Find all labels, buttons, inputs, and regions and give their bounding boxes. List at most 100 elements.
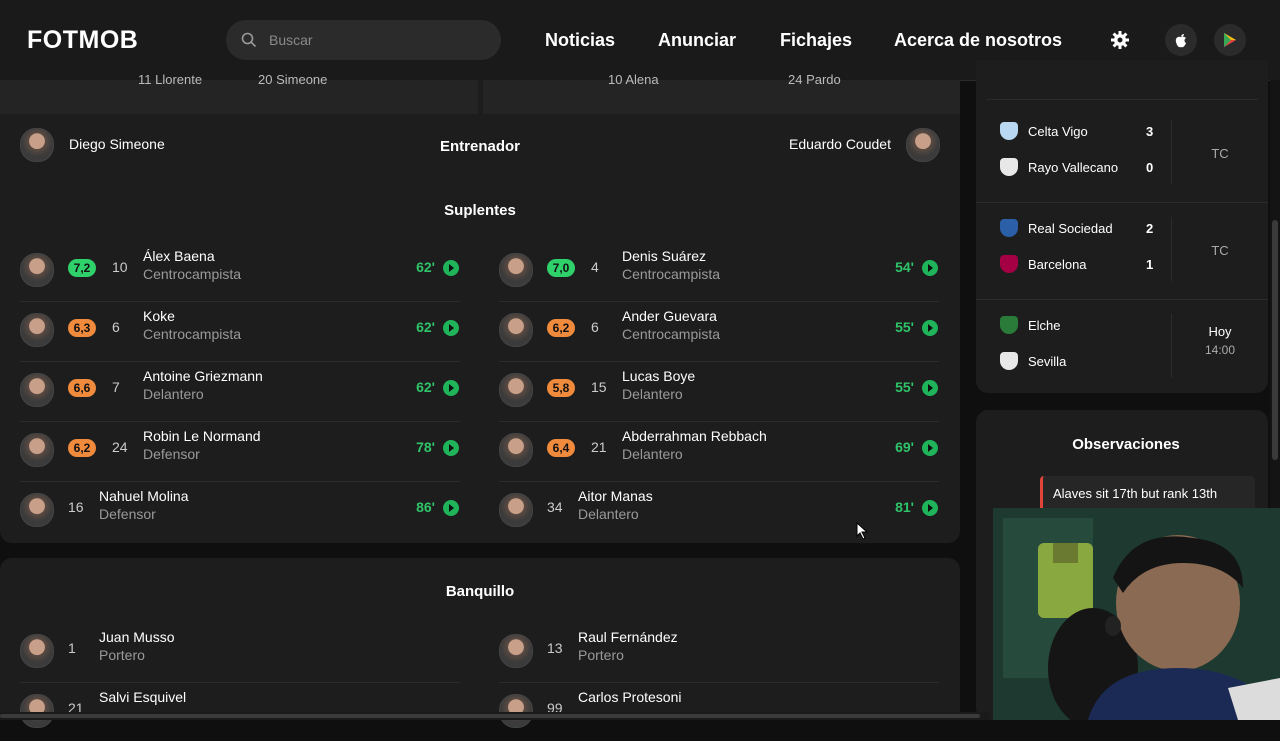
team-score: 3 [1146,124,1154,139]
bench-row[interactable]: 1 Juan Musso Portero [20,623,460,681]
rating-badge: 5,8 [547,379,575,397]
avatar [499,433,533,467]
substitute-row[interactable]: 7,2 10 Álex Baena Centrocampista 62' [20,242,460,300]
player-name: Ander Guevara [622,308,717,324]
google-play-button[interactable] [1214,24,1246,56]
sub-in-icon [443,500,459,516]
shirt-number: 6 [112,319,120,335]
sub-in-icon [922,440,938,456]
avatar [499,493,533,527]
player-position: Delantero [578,506,639,522]
sub-minute: 54' [895,259,914,275]
avatar [20,433,54,467]
team-badge-icon [1000,316,1018,334]
nav-acerca[interactable]: Acerca de nosotros [894,30,1062,51]
player-name: Denis Suárez [622,248,707,264]
match-item[interactable]: Elche Sevilla Hoy 14:00 [976,304,1268,400]
team-badge-icon [1000,158,1018,176]
strip-player[interactable]: 24 Pardo [788,72,841,87]
avatar [20,634,54,668]
team-name: Elche [1028,318,1061,333]
strip-player[interactable]: 11 Llorente [138,72,202,87]
shirt-number: 6 [591,319,599,335]
sub-in-icon [443,380,459,396]
coach-away-name[interactable]: Eduardo Coudet [789,136,891,152]
nav-anunciar[interactable]: Anunciar [658,30,736,51]
avatar [20,373,54,407]
sub-in-icon [922,500,938,516]
avatar[interactable] [20,128,54,162]
shirt-number: 7 [112,379,120,395]
substitute-row[interactable]: 34 Aitor Manas Delantero 81' [499,482,939,540]
lineup-strip: 11 Llorente 20 Simeone 10 Alena 24 Pardo [0,72,960,114]
player-position: Portero [99,647,145,663]
rating-badge: 6,2 [547,319,575,337]
match-time: 14:00 [1204,343,1236,357]
divider [976,202,1268,203]
scroll-thumb[interactable] [0,714,980,718]
sub-minute: 62' [416,379,435,395]
search-input[interactable]: Buscar [269,32,313,48]
rating-badge: 7,2 [68,259,96,277]
strip-player[interactable]: 20 Simeone [258,72,327,87]
sub-minute: 55' [895,379,914,395]
avatar [20,493,54,527]
scroll-thumb[interactable] [1272,220,1278,460]
substitute-row[interactable]: 7,0 4 Denis Suárez Centrocampista 54' [499,242,939,300]
shirt-number: 1 [68,640,76,656]
sub-minute: 81' [895,499,914,515]
nav-noticias[interactable]: Noticias [545,30,615,51]
player-position: Delantero [143,386,204,402]
avatar [499,634,533,668]
team-name: Barcelona [1028,257,1087,272]
team-score: 1 [1146,257,1154,272]
matches-card: Celta Vigo 3 Rayo Vallecano 0 TC Real Socieda… [976,60,1268,393]
team-badge-icon [1000,219,1018,237]
fotmob-logo[interactable]: FOTMOB [27,26,138,55]
rating-badge: 6,3 [68,319,96,337]
apple-store-button[interactable] [1165,24,1197,56]
shirt-number: 15 [591,379,607,395]
shirt-number: 21 [591,439,607,455]
rating-badge: 6,2 [68,439,96,457]
gear-icon[interactable] [1109,29,1131,51]
rating-badge: 7,0 [547,259,575,277]
team-name: Sevilla [1028,354,1067,369]
player-position: Delantero [622,446,683,462]
substitute-row[interactable]: 16 Nahuel Molina Defensor 86' [20,482,460,540]
shirt-number: 4 [591,259,599,275]
player-position: Defensor [143,446,200,462]
search-bar[interactable]: Buscar [226,20,501,60]
substitute-row[interactable]: 6,4 21 Abderrahman Rebbach Delantero 69' [499,422,939,480]
player-name: Lucas Boye [622,368,696,384]
team-score: 0 [1146,160,1154,175]
bench-row[interactable]: 13 Raul Fernández Portero [499,623,939,681]
horizontal-scrollbar[interactable] [0,712,990,720]
nav-fichajes[interactable]: Fichajes [780,30,852,51]
coach-home-name[interactable]: Diego Simeone [69,136,165,152]
rating-badge: 6,6 [68,379,96,397]
rating-badge: 6,4 [547,439,575,457]
player-name: Carlos Protesoni [578,689,682,705]
avatar[interactable] [906,128,940,162]
match-item[interactable]: Real Sociedad 2 Barcelona 1 TC [976,207,1268,303]
strip-player[interactable]: 10 Alena [608,72,659,87]
player-name: Juan Musso [99,629,175,645]
webcam-image [993,508,1280,720]
player-name: Salvi Esquivel [99,689,187,705]
match-item[interactable]: Celta Vigo 3 Rayo Vallecano 0 TC [976,110,1268,206]
sub-in-icon [922,320,938,336]
substitute-row[interactable]: 6,2 24 Robin Le Normand Defensor 78' [20,422,460,480]
player-name: Aitor Manas [578,488,653,504]
sub-minute: 78' [416,439,435,455]
sub-in-icon [922,380,938,396]
substitute-row[interactable]: 6,6 7 Antoine Griezmann Delantero 62' [20,362,460,420]
bench-title: Banquillo [445,583,515,600]
shirt-number: 10 [112,259,128,275]
substitute-row[interactable]: 6,2 6 Ander Guevara Centrocampista 55' [499,302,939,360]
avatar [20,694,54,728]
sub-minute: 62' [416,259,435,275]
sub-minute: 55' [895,319,914,335]
substitute-row[interactable]: 6,3 6 Koke Centrocampista 62' [20,302,460,360]
substitute-row[interactable]: 5,8 15 Lucas Boye Delantero 55' [499,362,939,420]
